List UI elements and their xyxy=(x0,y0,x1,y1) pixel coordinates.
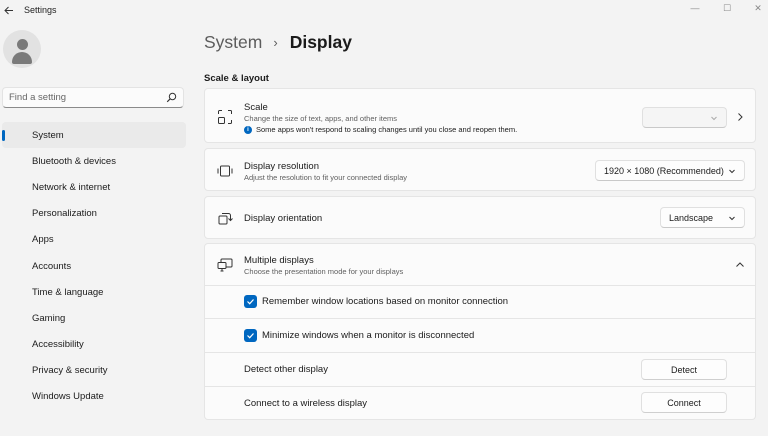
close-button[interactable]: ✕ xyxy=(746,0,768,16)
sidebar-item-windows-update[interactable]: Windows Update xyxy=(2,384,186,410)
checkmark-icon xyxy=(247,299,254,305)
checkmark-icon xyxy=(247,333,254,339)
scale-card[interactable]: Scale Change the size of text, apps, and… xyxy=(204,88,756,143)
breadcrumb-separator: › xyxy=(273,35,278,50)
app-title: Settings xyxy=(24,5,57,15)
resolution-title: Display resolution xyxy=(244,161,319,172)
detect-display-label: Detect other display xyxy=(244,364,328,375)
multiple-displays-description: Choose the presentation mode for your di… xyxy=(244,267,404,276)
sidebar-item-bluetooth-devices[interactable]: Bluetooth & devices xyxy=(2,148,186,174)
scale-warning-text: Some apps won't respond to scaling chang… xyxy=(256,125,518,134)
back-arrow-icon xyxy=(4,6,13,14)
chevron-up-icon[interactable] xyxy=(735,260,745,270)
wireless-display-label: Connect to a wireless display xyxy=(244,398,368,409)
scale-description: Change the size of text, apps, and other… xyxy=(244,114,398,123)
minimize-windows-checkbox[interactable] xyxy=(244,329,257,342)
detect-button[interactable]: Detect xyxy=(641,359,727,380)
resolution-description: Adjust the resolution to fit your connec… xyxy=(244,173,408,182)
sidebar-item-gaming[interactable]: Gaming xyxy=(2,305,186,331)
back-button[interactable] xyxy=(2,3,16,17)
avatar-body xyxy=(12,52,32,64)
search-icon[interactable] xyxy=(166,92,177,103)
sidebar-item-system[interactable]: System xyxy=(2,122,186,149)
sidebar-item-privacy-security[interactable]: Privacy & security xyxy=(2,358,186,384)
avatar-head xyxy=(17,39,28,50)
info-icon: i xyxy=(244,126,252,135)
minimize-button[interactable]: — xyxy=(683,0,707,16)
resolution-card: Display resolution Adjust the resolution… xyxy=(204,148,756,191)
resolution-dropdown[interactable]: 1920 × 1080 (Recommended) xyxy=(595,160,745,181)
chevron-right-icon[interactable] xyxy=(735,112,745,122)
sidebar-item-personalization[interactable]: Personalization xyxy=(2,201,186,227)
sidebar-item-apps[interactable]: Apps xyxy=(2,227,186,253)
multiple-displays-card[interactable]: Multiple displays Choose the presentatio… xyxy=(204,243,756,286)
orientation-dropdown[interactable]: Landscape xyxy=(660,207,745,228)
sidebar-item-network-internet[interactable]: Network & internet xyxy=(2,174,186,200)
resolution-dropdown-value: 1920 × 1080 (Recommended) xyxy=(604,165,724,176)
minimize-windows-row: Minimize windows when a monitor is disco… xyxy=(204,319,756,353)
multiple-displays-title: Multiple displays xyxy=(244,255,314,266)
resolution-icon xyxy=(217,165,233,177)
scale-dropdown[interactable] xyxy=(642,107,727,128)
avatar[interactable] xyxy=(3,30,41,68)
orientation-title: Display orientation xyxy=(244,213,323,224)
orientation-card: Display orientation Landscape xyxy=(204,196,756,239)
sidebar-item-accounts[interactable]: Accounts xyxy=(2,253,186,279)
section-title: Scale & layout xyxy=(204,73,269,84)
breadcrumb-parent[interactable]: System xyxy=(204,32,262,53)
title-bar: Settings — ☐ ✕ xyxy=(0,0,768,22)
page-title: Display xyxy=(289,32,352,52)
scale-icon xyxy=(218,110,232,124)
remember-window-checkbox[interactable] xyxy=(244,295,257,308)
multiple-displays-icon xyxy=(217,258,233,272)
maximize-button[interactable]: ☐ xyxy=(715,0,739,16)
chevron-down-icon xyxy=(711,116,717,121)
breadcrumb: System › Display xyxy=(204,32,352,53)
minimize-windows-label: Minimize windows when a monitor is disco… xyxy=(262,330,475,341)
connect-button[interactable]: Connect xyxy=(641,392,727,413)
scale-title: Scale xyxy=(244,102,268,113)
search-input[interactable] xyxy=(9,92,159,103)
scale-warning: i Some apps won't respond to scaling chan… xyxy=(244,125,518,135)
sidebar-item-accessibility[interactable]: Accessibility xyxy=(2,332,186,358)
orientation-icon xyxy=(218,213,233,225)
orientation-dropdown-value: Landscape xyxy=(669,212,714,223)
remember-window-label: Remember window locations based on monit… xyxy=(262,296,509,307)
sidebar-nav: System Bluetooth & devices Network & int… xyxy=(0,122,186,410)
chevron-down-icon xyxy=(729,169,735,174)
chevron-down-icon xyxy=(729,216,735,221)
remember-window-row: Remember window locations based on monit… xyxy=(204,286,756,319)
sidebar-item-time-language[interactable]: Time & language xyxy=(2,279,186,305)
search-box[interactable] xyxy=(2,87,184,108)
